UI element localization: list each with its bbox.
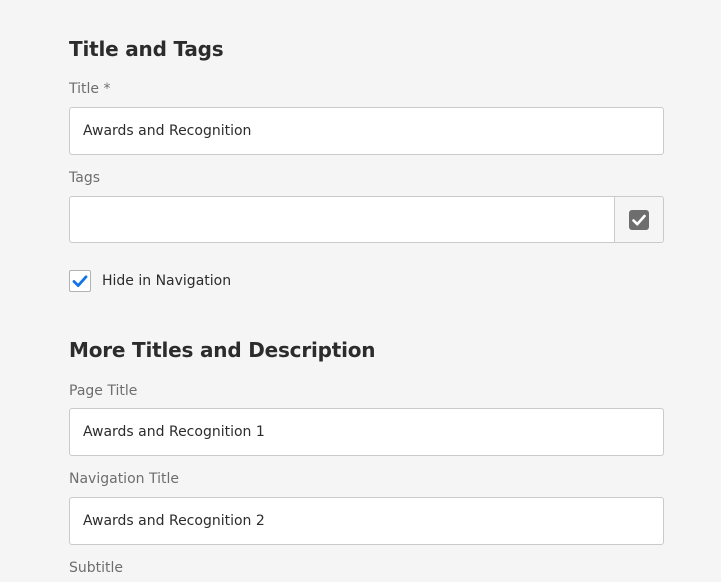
tags-field (69, 196, 664, 243)
tags-picker-button[interactable] (614, 197, 663, 242)
checklist-icon (629, 209, 649, 230)
title-input[interactable] (69, 107, 664, 155)
page-properties-form: Title and Tags Title * Tags Hide in Navi… (0, 0, 721, 582)
navigation-title-label: Navigation Title (69, 471, 179, 487)
tags-label: Tags (69, 170, 100, 186)
title-label: Title * (69, 81, 111, 97)
hide-in-navigation-checkbox[interactable] (69, 270, 91, 292)
subtitle-label: Subtitle (69, 560, 124, 576)
tags-input[interactable] (70, 197, 614, 242)
navigation-title-input[interactable] (69, 497, 664, 545)
section-title-more-titles: More Titles and Description (69, 338, 376, 362)
hide-in-navigation-label: Hide in Navigation (102, 273, 232, 289)
section-title-title-and-tags: Title and Tags (69, 37, 224, 61)
hide-in-navigation-option[interactable]: Hide in Navigation (69, 270, 231, 292)
page-title-input[interactable] (69, 408, 664, 456)
page-title-label: Page Title (69, 383, 138, 399)
checkmark-icon (72, 275, 88, 287)
